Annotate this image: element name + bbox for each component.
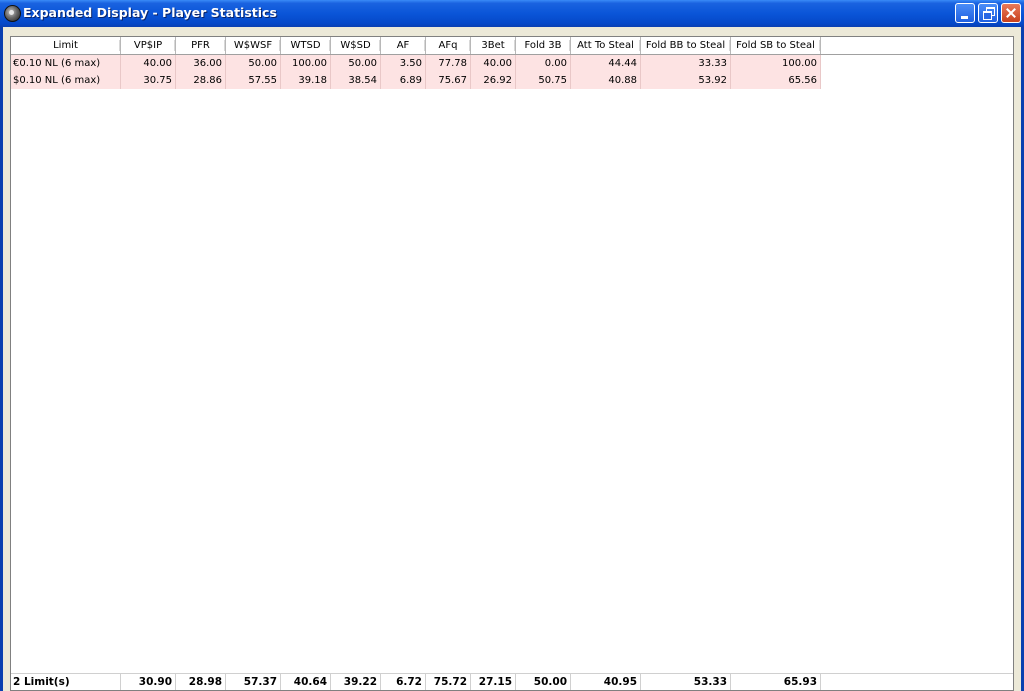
footer-limit-count: 2 Limit(s): [11, 674, 121, 690]
cell-wtsd: 39.18: [281, 72, 331, 89]
col-header-fold-bb-to-steal[interactable]: Fold BB to Steal: [641, 37, 731, 54]
col-header-att-to-steal[interactable]: Att To Steal: [571, 37, 641, 54]
stats-grid[interactable]: Limit VP$IP PFR W$WSF WTSD W$SD AF AFq 3…: [10, 36, 1014, 691]
cell-wwsf: 57.55: [226, 72, 281, 89]
cell-af: 6.89: [381, 72, 426, 89]
minimize-button[interactable]: [955, 3, 975, 23]
cell-wwsf: 50.00: [226, 55, 281, 72]
cell-fold-bb-to-steal: 33.33: [641, 55, 731, 72]
title-bar[interactable]: Expanded Display - Player Statistics: [0, 0, 1024, 27]
cell-afq: 75.67: [426, 72, 471, 89]
footer-wtsd: 40.64: [281, 674, 331, 690]
footer-3bet: 27.15: [471, 674, 516, 690]
footer-afq: 75.72: [426, 674, 471, 690]
cell-afq: 77.78: [426, 55, 471, 72]
table-row[interactable]: $0.10 NL (6 max) 30.75 28.86 57.55 39.18…: [11, 72, 821, 89]
col-header-wwsf[interactable]: W$WSF: [226, 37, 281, 54]
cell-att-to-steal: 40.88: [571, 72, 641, 89]
totals-row: 2 Limit(s) 30.90 28.98 57.37 40.64 39.22…: [11, 673, 1013, 690]
col-header-wtsd[interactable]: WTSD: [281, 37, 331, 54]
col-header-wsd[interactable]: W$SD: [331, 37, 381, 54]
cell-fold-3b: 50.75: [516, 72, 571, 89]
cell-fold-sb-to-steal: 100.00: [731, 55, 821, 72]
col-header-pfr[interactable]: PFR: [176, 37, 226, 54]
footer-att-to-steal: 40.95: [571, 674, 641, 690]
restore-button[interactable]: [978, 3, 998, 23]
close-button[interactable]: [1001, 3, 1021, 23]
column-header-row: Limit VP$IP PFR W$WSF WTSD W$SD AF AFq 3…: [11, 37, 1013, 55]
cell-limit: $0.10 NL (6 max): [11, 72, 121, 89]
footer-fold-sb-to-steal: 65.93: [731, 674, 821, 690]
col-header-af[interactable]: AF: [381, 37, 426, 54]
footer-pfr: 28.98: [176, 674, 226, 690]
cell-fold-3b: 0.00: [516, 55, 571, 72]
cell-3bet: 26.92: [471, 72, 516, 89]
cell-3bet: 40.00: [471, 55, 516, 72]
app-icon[interactable]: [4, 5, 21, 22]
footer-wwsf: 57.37: [226, 674, 281, 690]
footer-wsd: 39.22: [331, 674, 381, 690]
cell-wtsd: 100.00: [281, 55, 331, 72]
footer-fold-3b: 50.00: [516, 674, 571, 690]
footer-fold-bb-to-steal: 53.33: [641, 674, 731, 690]
cell-fold-sb-to-steal: 65.56: [731, 72, 821, 89]
window-title: Expanded Display - Player Statistics: [23, 5, 277, 20]
col-header-3bet[interactable]: 3Bet: [471, 37, 516, 54]
cell-limit: €0.10 NL (6 max): [11, 55, 121, 72]
cell-vpip: 40.00: [121, 55, 176, 72]
col-header-fold-3b[interactable]: Fold 3B: [516, 37, 571, 54]
cell-vpip: 30.75: [121, 72, 176, 89]
cell-wsd: 50.00: [331, 55, 381, 72]
cell-wsd: 38.54: [331, 72, 381, 89]
col-header-afq[interactable]: AFq: [426, 37, 471, 54]
footer-af: 6.72: [381, 674, 426, 690]
cell-fold-bb-to-steal: 53.92: [641, 72, 731, 89]
cell-pfr: 28.86: [176, 72, 226, 89]
cell-af: 3.50: [381, 55, 426, 72]
col-header-fold-sb-to-steal[interactable]: Fold SB to Steal: [731, 37, 821, 54]
footer-vpip: 30.90: [121, 674, 176, 690]
table-row[interactable]: €0.10 NL (6 max) 40.00 36.00 50.00 100.0…: [11, 55, 821, 72]
cell-att-to-steal: 44.44: [571, 55, 641, 72]
cell-pfr: 36.00: [176, 55, 226, 72]
col-header-vpip[interactable]: VP$IP: [121, 37, 176, 54]
col-header-limit[interactable]: Limit: [11, 37, 121, 54]
